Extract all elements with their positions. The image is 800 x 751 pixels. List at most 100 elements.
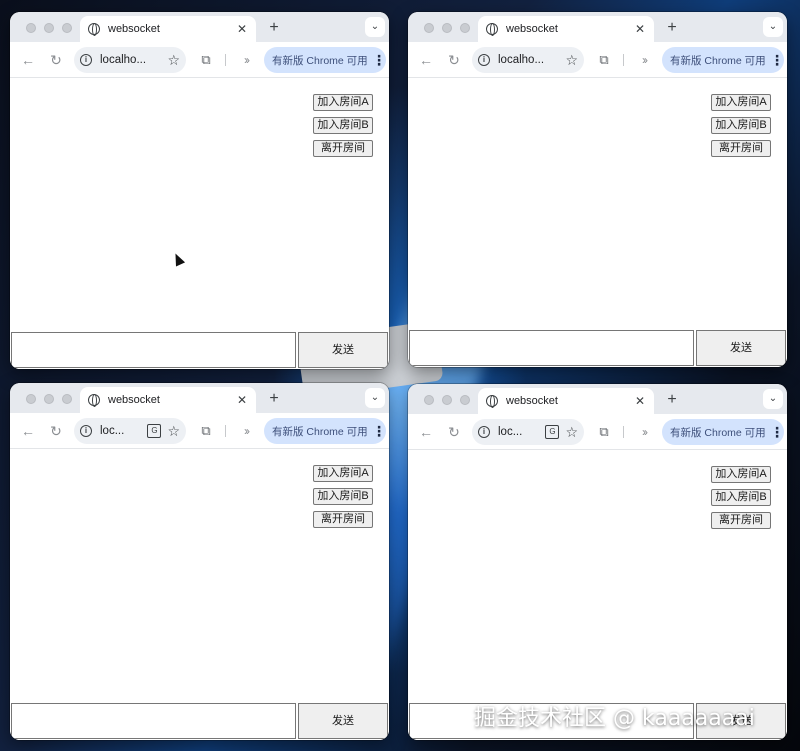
kebab-menu-icon[interactable]: ⋮ (770, 47, 784, 73)
minimize-window-icon[interactable] (442, 395, 452, 405)
tab-strip: websocket ✕ + ⌄ (10, 383, 389, 413)
leave-room-button[interactable]: 离开房间 (711, 140, 771, 157)
update-chrome-button[interactable]: 有新版 Chrome 可用 ⋮ (662, 47, 784, 73)
chevron-double-right-icon[interactable]: ›› (634, 422, 654, 442)
star-icon[interactable]: ☆ (167, 423, 180, 440)
kebab-menu-icon[interactable]: ⋮ (372, 47, 386, 73)
close-window-icon[interactable] (26, 394, 36, 404)
send-button[interactable]: 发送 (696, 330, 786, 366)
back-arrow-icon[interactable]: ← (18, 421, 38, 441)
translate-icon[interactable]: G (147, 424, 162, 438)
new-tab-button[interactable]: + (662, 18, 682, 38)
new-tab-button[interactable]: + (264, 18, 284, 38)
url-text: loc... (498, 426, 523, 438)
reload-icon[interactable]: ↻ (46, 421, 66, 441)
chevron-double-right-icon[interactable]: ›› (634, 50, 654, 70)
tab-websocket[interactable]: websocket ✕ (80, 387, 256, 413)
chevron-double-right-icon[interactable]: ›› (236, 421, 256, 441)
room-controls: 加入房间A 加入房间B 离开房间 (711, 466, 771, 529)
join-room-b-button[interactable]: 加入房间B (313, 488, 373, 505)
tab-websocket[interactable]: websocket ✕ (80, 16, 256, 42)
back-arrow-icon[interactable]: ← (416, 50, 436, 70)
reload-icon[interactable]: ↻ (444, 50, 464, 70)
join-room-a-button[interactable]: 加入房间A (313, 465, 373, 482)
page-content: 加入房间A 加入房间B 离开房间 发送 (408, 79, 787, 367)
send-button[interactable]: 发送 (298, 332, 388, 368)
tab-search-button[interactable]: ⌄ (365, 388, 385, 408)
update-label: 有新版 Chrome 可用 (670, 426, 766, 439)
info-icon[interactable]: i (80, 425, 92, 437)
new-tab-button[interactable]: + (264, 389, 284, 409)
puzzle-icon[interactable]: ⧉ (594, 422, 614, 442)
join-room-b-button[interactable]: 加入房间B (711, 489, 771, 506)
send-button[interactable]: 发送 (298, 703, 388, 739)
tab-strip: websocket ✕ + ⌄ (408, 384, 787, 414)
message-input[interactable] (409, 330, 694, 366)
join-room-b-button[interactable]: 加入房间B (711, 117, 771, 134)
reload-icon[interactable]: ↻ (444, 422, 464, 442)
page-content: 加入房间A 加入房间B 离开房间 发送 (10, 79, 389, 369)
address-bar[interactable]: i localho... G ☆ (74, 47, 186, 73)
join-room-a-button[interactable]: 加入房间A (711, 94, 771, 111)
close-window-icon[interactable] (26, 23, 36, 33)
maximize-window-icon[interactable] (62, 394, 72, 404)
close-icon[interactable]: ✕ (236, 393, 248, 407)
star-icon[interactable]: ☆ (167, 52, 180, 69)
toolbar-divider (623, 426, 624, 438)
globe-icon (486, 23, 498, 36)
toolbar-divider (225, 54, 226, 66)
back-arrow-icon[interactable]: ← (18, 50, 38, 70)
star-icon[interactable]: ☆ (565, 52, 578, 69)
close-icon[interactable]: ✕ (236, 22, 248, 36)
back-arrow-icon[interactable]: ← (416, 422, 436, 442)
kebab-menu-icon[interactable]: ⋮ (770, 419, 784, 445)
leave-room-button[interactable]: 离开房间 (313, 511, 373, 528)
close-icon[interactable]: ✕ (634, 394, 646, 408)
star-icon[interactable]: ☆ (565, 424, 578, 441)
maximize-window-icon[interactable] (460, 23, 470, 33)
puzzle-icon[interactable]: ⧉ (196, 421, 216, 441)
join-room-b-button[interactable]: 加入房间B (313, 117, 373, 134)
close-window-icon[interactable] (424, 395, 434, 405)
address-bar[interactable]: i loc... G ☆ (74, 418, 186, 444)
tab-websocket[interactable]: websocket ✕ (478, 16, 654, 42)
update-chrome-button[interactable]: 有新版 Chrome 可用 ⋮ (264, 47, 386, 73)
puzzle-icon[interactable]: ⧉ (196, 50, 216, 70)
update-chrome-button[interactable]: 有新版 Chrome 可用 ⋮ (264, 418, 386, 444)
translate-icon[interactable]: G (545, 425, 560, 439)
message-input[interactable] (11, 703, 296, 739)
minimize-window-icon[interactable] (44, 394, 54, 404)
leave-room-button[interactable]: 离开房间 (313, 140, 373, 157)
update-chrome-button[interactable]: 有新版 Chrome 可用 ⋮ (662, 419, 784, 445)
leave-room-button[interactable]: 离开房间 (711, 512, 771, 529)
new-tab-button[interactable]: + (662, 390, 682, 410)
maximize-window-icon[interactable] (460, 395, 470, 405)
puzzle-icon[interactable]: ⧉ (594, 50, 614, 70)
tab-search-button[interactable]: ⌄ (763, 17, 783, 37)
kebab-menu-icon[interactable]: ⋮ (372, 418, 386, 444)
join-room-a-button[interactable]: 加入房间A (313, 94, 373, 111)
watermark: 掘金技术社区 @ kaaaaaaai (474, 706, 755, 731)
join-room-a-button[interactable]: 加入房间A (711, 466, 771, 483)
reload-icon[interactable]: ↻ (46, 50, 66, 70)
tab-title: websocket (506, 395, 558, 407)
minimize-window-icon[interactable] (442, 23, 452, 33)
address-bar[interactable]: i loc... G ☆ (472, 419, 584, 445)
maximize-window-icon[interactable] (62, 23, 72, 33)
info-icon[interactable]: i (80, 54, 92, 66)
address-bar[interactable]: i localho... G ☆ (472, 47, 584, 73)
info-icon[interactable]: i (478, 54, 490, 66)
minimize-window-icon[interactable] (44, 23, 54, 33)
message-input[interactable] (11, 332, 296, 368)
tab-search-button[interactable]: ⌄ (365, 17, 385, 37)
close-icon[interactable]: ✕ (634, 22, 646, 36)
traffic-lights (26, 394, 72, 404)
tab-websocket[interactable]: websocket ✕ (478, 388, 654, 414)
browser-toolbar: ← ↻ i loc... G ☆ ⧉ ›› 有新版 Chrome 可用 ⋮ (10, 413, 389, 449)
traffic-lights (424, 395, 470, 405)
tab-search-button[interactable]: ⌄ (763, 389, 783, 409)
chevron-double-right-icon[interactable]: ›› (236, 50, 256, 70)
browser-window-1: websocket ✕ + ⌄ ← ↻ i localho... G ☆ ⧉ ›… (10, 12, 389, 369)
close-window-icon[interactable] (424, 23, 434, 33)
info-icon[interactable]: i (478, 426, 490, 438)
